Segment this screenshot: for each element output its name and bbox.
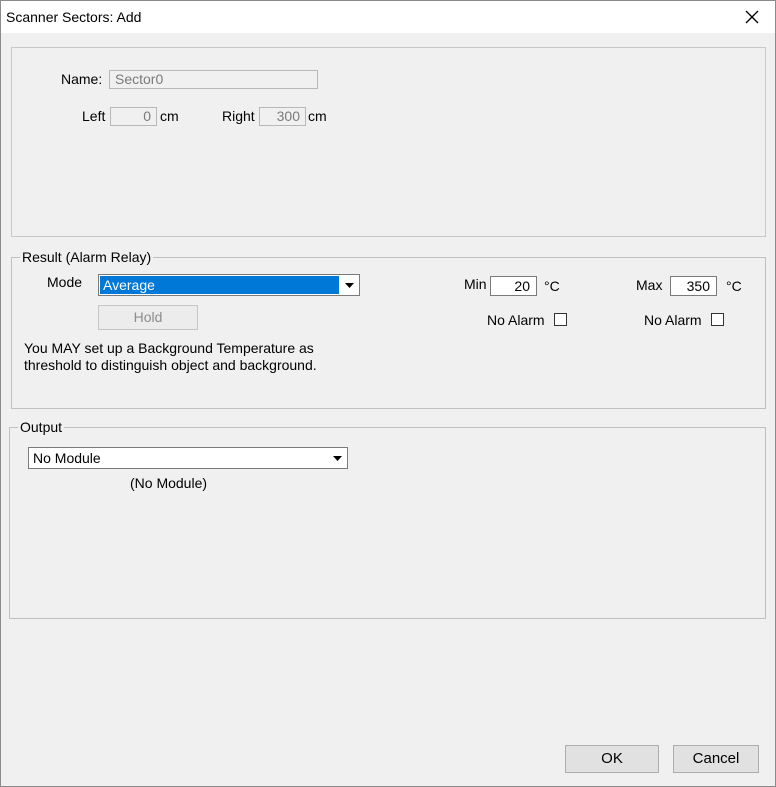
info-text-line2: threshold to distinguish object and back…	[24, 357, 317, 373]
chevron-down-icon	[332, 455, 342, 461]
left-label: Left	[82, 108, 106, 124]
name-field[interactable]: Sector0	[109, 70, 318, 89]
hold-button[interactable]: Hold	[98, 305, 198, 330]
module-selected-value: No Module	[33, 450, 101, 466]
cancel-button[interactable]: Cancel	[673, 745, 759, 773]
chevron-down-icon	[344, 282, 354, 288]
min-label: Min	[464, 276, 487, 292]
result-group: Result (Alarm Relay) Mode Average Hold Y…	[11, 249, 766, 409]
max-unit: °C	[726, 278, 742, 294]
output-group-label: Output	[18, 419, 65, 435]
left-unit: cm	[160, 108, 179, 124]
title-bar: Scanner Sectors: Add	[1, 1, 775, 33]
name-label: Name:	[61, 71, 103, 87]
no-alarm-max-label: No Alarm	[644, 312, 702, 328]
no-alarm-max-checkbox[interactable]	[711, 313, 724, 326]
close-button[interactable]	[729, 1, 775, 33]
dialog-window: Scanner Sectors: Add Name: Sector0 Left …	[0, 0, 776, 787]
min-unit: °C	[544, 278, 560, 294]
right-label: Right	[222, 108, 255, 124]
max-input[interactable]: 350	[670, 276, 717, 296]
right-field[interactable]: 300	[259, 107, 306, 126]
left-field[interactable]: 0	[110, 107, 157, 126]
mode-select[interactable]: Average	[98, 274, 360, 296]
result-group-label: Result (Alarm Relay)	[20, 249, 154, 265]
right-unit: cm	[308, 108, 327, 124]
module-status-text: (No Module)	[130, 475, 208, 491]
min-input[interactable]: 20	[490, 276, 537, 296]
mode-dropdown-arrow[interactable]	[340, 276, 358, 294]
mode-selected-value: Average	[100, 276, 339, 294]
info-text-line1: You MAY set up a Background Temperature …	[24, 340, 314, 356]
module-select[interactable]: No Module	[28, 447, 348, 469]
no-alarm-min-label: No Alarm	[487, 312, 545, 328]
close-icon	[745, 10, 759, 24]
output-group: Output No Module (No Module)	[9, 419, 766, 619]
module-dropdown-arrow[interactable]	[328, 449, 346, 467]
no-alarm-min-checkbox[interactable]	[554, 313, 567, 326]
mode-label: Mode	[47, 274, 83, 290]
max-label: Max	[636, 277, 663, 293]
sector-panel: Name: Sector0 Left 0 cm Right 300 cm	[11, 47, 766, 237]
ok-button[interactable]: OK	[565, 745, 659, 773]
window-title: Scanner Sectors: Add	[6, 9, 142, 25]
